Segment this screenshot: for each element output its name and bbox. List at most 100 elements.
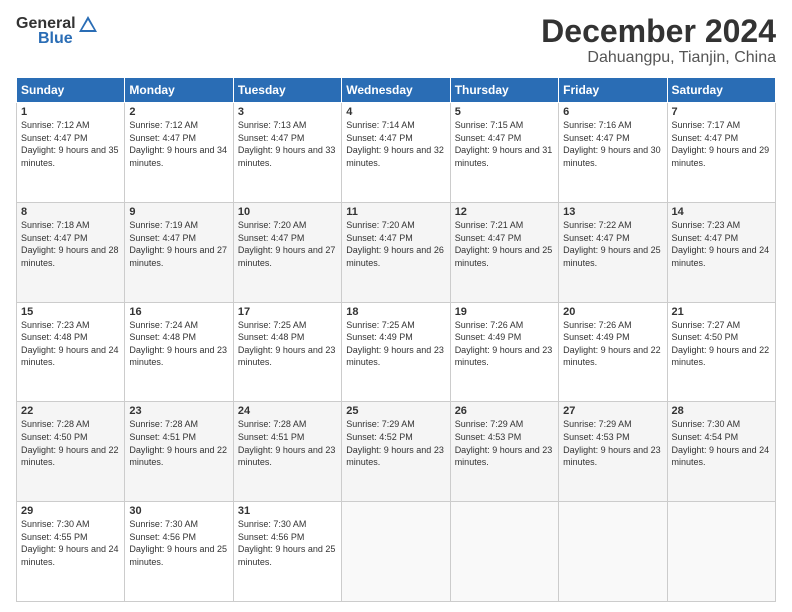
day-number: 2 xyxy=(129,106,228,118)
day-number: 26 xyxy=(455,405,554,417)
day-content: Sunrise: 7:14 AM Sunset: 4:47 PM Dayligh… xyxy=(346,119,445,169)
day-content: Sunrise: 7:24 AM Sunset: 4:48 PM Dayligh… xyxy=(129,319,228,369)
title-block: December 2024 Dahuangpu, Tianjin, China xyxy=(541,14,776,67)
day-number: 17 xyxy=(238,306,337,318)
week-row-4: 22 Sunrise: 7:28 AM Sunset: 4:50 PM Dayl… xyxy=(17,402,776,502)
calendar-header-row: SundayMondayTuesdayWednesdayThursdayFrid… xyxy=(17,78,776,103)
column-header-thursday: Thursday xyxy=(450,78,558,103)
column-header-friday: Friday xyxy=(559,78,667,103)
day-content: Sunrise: 7:12 AM Sunset: 4:47 PM Dayligh… xyxy=(129,119,228,169)
day-cell: 3 Sunrise: 7:13 AM Sunset: 4:47 PM Dayli… xyxy=(233,103,341,203)
day-content: Sunrise: 7:29 AM Sunset: 4:53 PM Dayligh… xyxy=(455,418,554,468)
header: GeneralBlue December 2024 Dahuangpu, Tia… xyxy=(16,14,776,67)
day-content: Sunrise: 7:22 AM Sunset: 4:47 PM Dayligh… xyxy=(563,219,662,269)
column-header-monday: Monday xyxy=(125,78,233,103)
day-cell: 16 Sunrise: 7:24 AM Sunset: 4:48 PM Dayl… xyxy=(125,302,233,402)
day-number: 30 xyxy=(129,505,228,517)
day-content: Sunrise: 7:28 AM Sunset: 4:51 PM Dayligh… xyxy=(129,418,228,468)
day-cell: 6 Sunrise: 7:16 AM Sunset: 4:47 PM Dayli… xyxy=(559,103,667,203)
day-number: 4 xyxy=(346,106,445,118)
day-number: 18 xyxy=(346,306,445,318)
day-content: Sunrise: 7:30 AM Sunset: 4:54 PM Dayligh… xyxy=(672,418,771,468)
column-header-saturday: Saturday xyxy=(667,78,775,103)
day-content: Sunrise: 7:25 AM Sunset: 4:49 PM Dayligh… xyxy=(346,319,445,369)
day-cell: 7 Sunrise: 7:17 AM Sunset: 4:47 PM Dayli… xyxy=(667,103,775,203)
day-content: Sunrise: 7:30 AM Sunset: 4:56 PM Dayligh… xyxy=(238,518,337,568)
day-content: Sunrise: 7:29 AM Sunset: 4:53 PM Dayligh… xyxy=(563,418,662,468)
day-cell: 22 Sunrise: 7:28 AM Sunset: 4:50 PM Dayl… xyxy=(17,402,125,502)
day-content: Sunrise: 7:23 AM Sunset: 4:48 PM Dayligh… xyxy=(21,319,120,369)
day-number: 13 xyxy=(563,206,662,218)
day-number: 23 xyxy=(129,405,228,417)
day-cell: 25 Sunrise: 7:29 AM Sunset: 4:52 PM Dayl… xyxy=(342,402,450,502)
title-location: Dahuangpu, Tianjin, China xyxy=(541,49,776,67)
day-cell: 18 Sunrise: 7:25 AM Sunset: 4:49 PM Dayl… xyxy=(342,302,450,402)
day-content: Sunrise: 7:20 AM Sunset: 4:47 PM Dayligh… xyxy=(238,219,337,269)
day-content: Sunrise: 7:17 AM Sunset: 4:47 PM Dayligh… xyxy=(672,119,771,169)
logo-blue: Blue xyxy=(38,30,73,48)
column-header-tuesday: Tuesday xyxy=(233,78,341,103)
day-number: 5 xyxy=(455,106,554,118)
day-number: 25 xyxy=(346,405,445,417)
day-number: 8 xyxy=(21,206,120,218)
column-header-wednesday: Wednesday xyxy=(342,78,450,103)
day-cell: 24 Sunrise: 7:28 AM Sunset: 4:51 PM Dayl… xyxy=(233,402,341,502)
day-content: Sunrise: 7:18 AM Sunset: 4:47 PM Dayligh… xyxy=(21,219,120,269)
day-number: 16 xyxy=(129,306,228,318)
day-cell: 8 Sunrise: 7:18 AM Sunset: 4:47 PM Dayli… xyxy=(17,202,125,302)
day-number: 20 xyxy=(563,306,662,318)
day-number: 11 xyxy=(346,206,445,218)
day-content: Sunrise: 7:12 AM Sunset: 4:47 PM Dayligh… xyxy=(21,119,120,169)
day-number: 1 xyxy=(21,106,120,118)
day-cell: 30 Sunrise: 7:30 AM Sunset: 4:56 PM Dayl… xyxy=(125,502,233,602)
day-content: Sunrise: 7:15 AM Sunset: 4:47 PM Dayligh… xyxy=(455,119,554,169)
day-cell: 19 Sunrise: 7:26 AM Sunset: 4:49 PM Dayl… xyxy=(450,302,558,402)
day-content: Sunrise: 7:26 AM Sunset: 4:49 PM Dayligh… xyxy=(455,319,554,369)
day-number: 31 xyxy=(238,505,337,517)
day-cell: 5 Sunrise: 7:15 AM Sunset: 4:47 PM Dayli… xyxy=(450,103,558,203)
day-cell xyxy=(667,502,775,602)
day-content: Sunrise: 7:30 AM Sunset: 4:56 PM Dayligh… xyxy=(129,518,228,568)
day-content: Sunrise: 7:21 AM Sunset: 4:47 PM Dayligh… xyxy=(455,219,554,269)
page: GeneralBlue December 2024 Dahuangpu, Tia… xyxy=(0,0,792,612)
day-cell: 13 Sunrise: 7:22 AM Sunset: 4:47 PM Dayl… xyxy=(559,202,667,302)
title-month: December 2024 xyxy=(541,14,776,49)
day-content: Sunrise: 7:16 AM Sunset: 4:47 PM Dayligh… xyxy=(563,119,662,169)
day-cell: 20 Sunrise: 7:26 AM Sunset: 4:49 PM Dayl… xyxy=(559,302,667,402)
day-number: 21 xyxy=(672,306,771,318)
day-number: 22 xyxy=(21,405,120,417)
day-cell: 14 Sunrise: 7:23 AM Sunset: 4:47 PM Dayl… xyxy=(667,202,775,302)
day-cell: 12 Sunrise: 7:21 AM Sunset: 4:47 PM Dayl… xyxy=(450,202,558,302)
day-content: Sunrise: 7:23 AM Sunset: 4:47 PM Dayligh… xyxy=(672,219,771,269)
day-content: Sunrise: 7:20 AM Sunset: 4:47 PM Dayligh… xyxy=(346,219,445,269)
week-row-5: 29 Sunrise: 7:30 AM Sunset: 4:55 PM Dayl… xyxy=(17,502,776,602)
day-number: 28 xyxy=(672,405,771,417)
day-cell: 2 Sunrise: 7:12 AM Sunset: 4:47 PM Dayli… xyxy=(125,103,233,203)
day-content: Sunrise: 7:28 AM Sunset: 4:51 PM Dayligh… xyxy=(238,418,337,468)
day-cell: 4 Sunrise: 7:14 AM Sunset: 4:47 PM Dayli… xyxy=(342,103,450,203)
day-cell: 31 Sunrise: 7:30 AM Sunset: 4:56 PM Dayl… xyxy=(233,502,341,602)
logo-triangle-icon xyxy=(77,14,99,34)
day-cell xyxy=(450,502,558,602)
day-cell: 17 Sunrise: 7:25 AM Sunset: 4:48 PM Dayl… xyxy=(233,302,341,402)
calendar-table: SundayMondayTuesdayWednesdayThursdayFrid… xyxy=(16,77,776,602)
day-cell: 21 Sunrise: 7:27 AM Sunset: 4:50 PM Dayl… xyxy=(667,302,775,402)
day-number: 10 xyxy=(238,206,337,218)
day-content: Sunrise: 7:19 AM Sunset: 4:47 PM Dayligh… xyxy=(129,219,228,269)
day-cell: 29 Sunrise: 7:30 AM Sunset: 4:55 PM Dayl… xyxy=(17,502,125,602)
day-content: Sunrise: 7:25 AM Sunset: 4:48 PM Dayligh… xyxy=(238,319,337,369)
day-number: 29 xyxy=(21,505,120,517)
day-cell xyxy=(342,502,450,602)
day-cell: 26 Sunrise: 7:29 AM Sunset: 4:53 PM Dayl… xyxy=(450,402,558,502)
day-cell: 27 Sunrise: 7:29 AM Sunset: 4:53 PM Dayl… xyxy=(559,402,667,502)
day-content: Sunrise: 7:30 AM Sunset: 4:55 PM Dayligh… xyxy=(21,518,120,568)
week-row-3: 15 Sunrise: 7:23 AM Sunset: 4:48 PM Dayl… xyxy=(17,302,776,402)
day-cell: 15 Sunrise: 7:23 AM Sunset: 4:48 PM Dayl… xyxy=(17,302,125,402)
day-content: Sunrise: 7:29 AM Sunset: 4:52 PM Dayligh… xyxy=(346,418,445,468)
day-cell: 11 Sunrise: 7:20 AM Sunset: 4:47 PM Dayl… xyxy=(342,202,450,302)
day-number: 14 xyxy=(672,206,771,218)
day-content: Sunrise: 7:28 AM Sunset: 4:50 PM Dayligh… xyxy=(21,418,120,468)
week-row-2: 8 Sunrise: 7:18 AM Sunset: 4:47 PM Dayli… xyxy=(17,202,776,302)
day-cell: 28 Sunrise: 7:30 AM Sunset: 4:54 PM Dayl… xyxy=(667,402,775,502)
day-number: 3 xyxy=(238,106,337,118)
